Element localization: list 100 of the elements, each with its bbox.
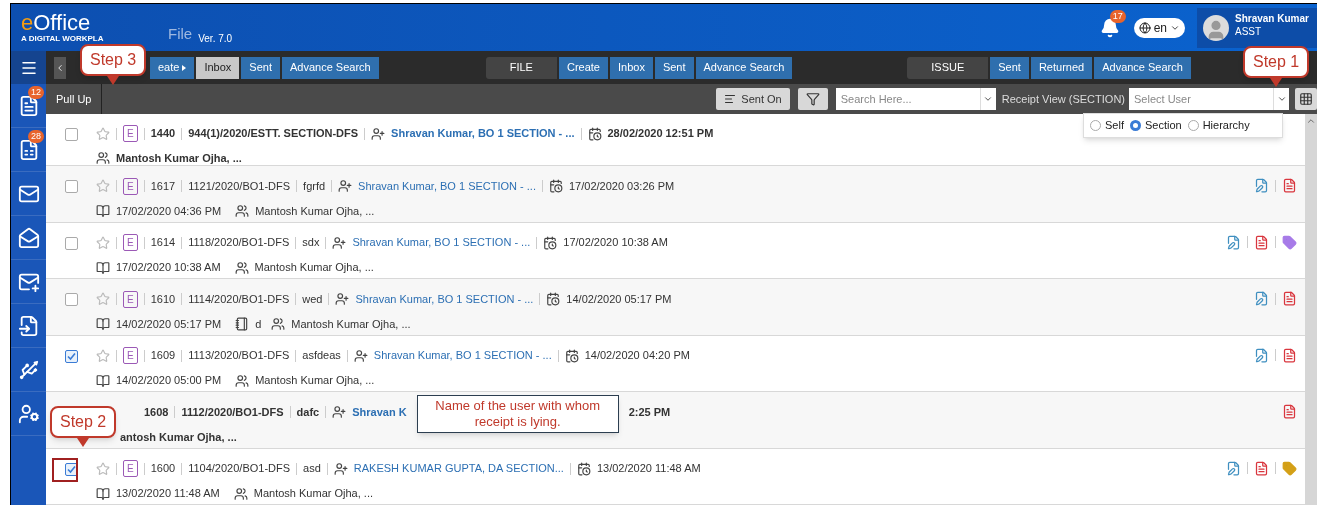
nav-tab[interactable]: Create [558,56,608,79]
file-input-icon[interactable] [17,314,40,337]
nav-tab[interactable]: Sent [990,56,1029,79]
view-label: Receipt View (SECTION) [1001,91,1125,107]
annotation-callout: Name of the user with whom receipt is lying. [416,395,619,433]
star-icon[interactable] [96,179,110,193]
nav-tab[interactable]: Sent [241,56,280,79]
avatar [1203,14,1229,41]
step-callout: Step 1 [1243,46,1310,87]
pdf-icon[interactable] [1254,234,1269,250]
star-icon[interactable] [96,292,110,306]
receipt-subject: sdx [302,235,320,251]
received-date: 17/02/2020 03:26 PM [569,178,675,194]
nav-tab[interactable]: Inbox [609,56,653,79]
tag-icon[interactable] [1282,234,1297,250]
row-checkbox[interactable] [64,349,78,363]
received-date: 14/02/2020 04:20 PM [584,348,690,364]
group-label: ISSUE [907,56,989,79]
edit-document-icon[interactable] [1226,234,1241,250]
type-tag: E [123,460,138,477]
logo: eOffice [21,11,92,34]
nav-tab[interactable]: Sent [654,56,694,79]
received-date: 2:25 PM [628,404,671,420]
read-date: 14/02/2020 05:00 PM [116,373,222,389]
sender-link[interactable]: Shravan Kumar, BO 1 SECTION - ... [391,125,575,142]
user-select-field[interactable]: Select User [1129,88,1289,110]
sender-link[interactable]: Shravan Kumar, BO 1 SECTION - ... [373,347,552,364]
pdf-icon[interactable] [1282,404,1297,419]
receipt-subject: asd [303,461,321,477]
user-send-icon [332,235,347,250]
scroll-up-icon[interactable] [1306,116,1316,126]
view-radio[interactable]: Self [1090,117,1124,134]
people-icon [96,151,110,165]
menu-button[interactable] [11,51,46,84]
scrollbar[interactable] [1305,114,1317,505]
filter-button[interactable] [797,88,828,110]
sender-link[interactable]: Shravan K [352,403,407,421]
nav-tab[interactable]: eate [150,56,195,79]
row-checkbox[interactable] [64,180,78,193]
star-icon[interactable] [96,348,110,363]
calendar-icon [576,461,591,476]
row-checkbox[interactable] [64,293,78,306]
receipt-number: 1112/2020/BO1-DFS [181,404,284,420]
dropdown-caret-icon[interactable] [983,94,994,104]
pdf-icon[interactable] [1254,460,1269,476]
edit-document-icon[interactable] [1254,291,1269,306]
received-date: 17/02/2020 10:38 AM [563,235,668,251]
search-field[interactable]: Search Here... [835,88,996,110]
sender-link[interactable]: Shravan Kumar, BO 1 SECTION - ... [352,234,531,251]
type-tag: E [123,125,138,142]
receipt-id: 1609 [150,348,176,364]
sent-on-button[interactable]: Sent On [716,88,790,110]
edit-document-icon[interactable] [1226,460,1241,476]
back-button[interactable] [54,56,66,79]
user-send-icon [332,405,347,419]
view-radio[interactable]: Section [1129,117,1182,134]
receipt-id: 1608 [144,404,169,420]
tag-icon[interactable] [1282,460,1297,476]
pdf-icon[interactable] [1282,347,1297,363]
chevron-left-icon [55,62,65,73]
user-gear-icon[interactable] [17,402,40,425]
pdf-icon[interactable] [1282,291,1297,306]
book-icon [96,373,110,388]
globe-icon [1138,21,1151,34]
nav-tab[interactable]: Advance Search [1094,56,1191,79]
group-label: FILE [485,56,557,79]
row-checkbox[interactable] [64,128,78,141]
sender-link[interactable]: Shravan Kumar, BO 1 SECTION - ... [355,290,534,308]
star-icon[interactable] [96,126,110,141]
row-checkbox[interactable] [64,236,78,250]
edit-document-icon[interactable] [1254,178,1269,193]
people-icon [234,260,249,275]
nav-tab[interactable]: Inbox [196,56,240,79]
sender-link[interactable]: Shravan Kumar, BO 1 SECTION - ... [358,177,536,195]
notification-bell-icon[interactable] [1099,17,1120,38]
star-icon[interactable] [96,235,110,250]
sender-link[interactable]: RAKESH KUMAR GUPTA, DA SECTION... [353,460,564,477]
count-badge: 28 [28,130,44,143]
nav-tab[interactable]: Returned [1030,56,1093,79]
nav-tab[interactable]: Advance Search [282,56,379,79]
pdf-icon[interactable] [1282,178,1297,193]
usb-icon[interactable] [17,358,40,381]
star-icon[interactable] [96,461,110,476]
version-text: Ver. 7.0 [198,31,233,46]
receipt-subject: wed [302,291,323,307]
open-mail-icon[interactable] [17,226,40,249]
type-tag: E [123,347,138,364]
dropdown-caret-icon[interactable] [1276,94,1287,104]
receipt-id: 1440 [150,126,176,142]
edit-document-icon[interactable] [1254,347,1269,363]
view-radio[interactable]: Hierarchy [1187,117,1250,134]
step-callout: Step 3 [80,44,147,85]
nav-tab[interactable]: Advance Search [695,56,793,79]
user-panel[interactable]: Shravan Kumar ASST [1197,7,1317,48]
people-icon [271,317,286,331]
book-icon [96,204,110,218]
language-button[interactable]: en [1133,17,1185,38]
user-send-icon [353,348,368,363]
calendar-icon [564,348,579,363]
grid-button[interactable] [1295,88,1317,110]
